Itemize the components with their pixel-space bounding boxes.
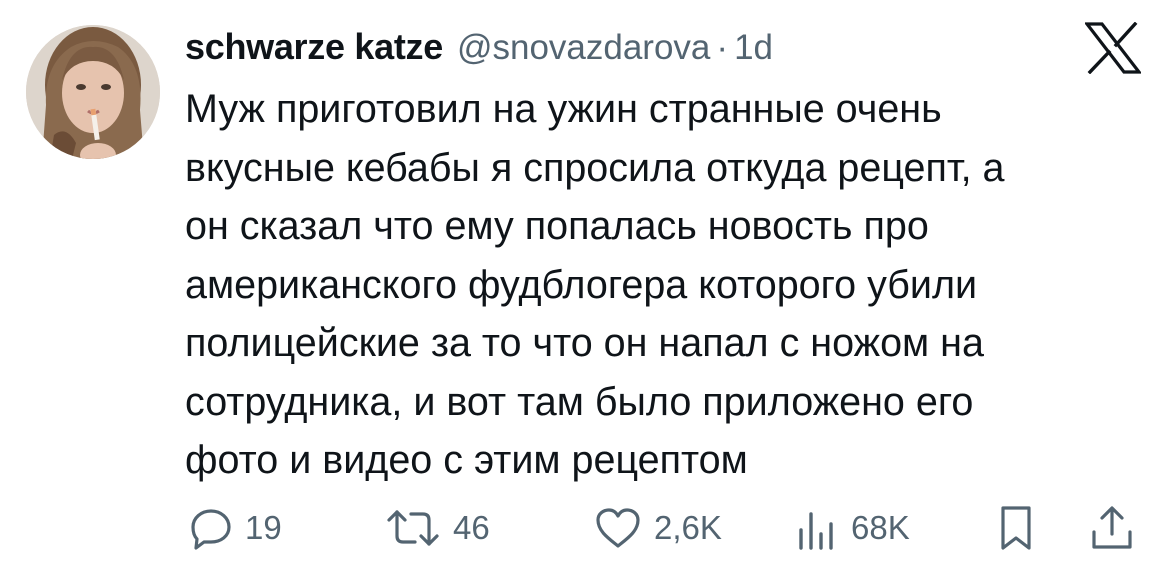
- display-name[interactable]: schwarze katze: [185, 26, 443, 68]
- tweet-card: schwarze katze @snovazdarova · 1d Муж пр…: [0, 0, 1170, 569]
- views-count: 68K: [851, 509, 910, 546]
- user-handle[interactable]: @snovazdarova: [457, 28, 710, 68]
- separator-dot: ·: [716, 28, 729, 67]
- tweet-text-line: Муж приготовил на ужин странные очень: [185, 87, 942, 131]
- avatar-image: [26, 25, 160, 159]
- like-button[interactable]: 2,6K: [594, 500, 722, 556]
- share-button[interactable]: [1090, 500, 1134, 556]
- reply-button[interactable]: 19: [189, 500, 282, 556]
- share-icon: [1092, 506, 1132, 549]
- repost-count: 46: [453, 509, 490, 546]
- avatar[interactable]: [26, 25, 160, 159]
- views-icon: [799, 512, 833, 550]
- heart-icon: [596, 508, 640, 548]
- bookmark-button[interactable]: [998, 500, 1034, 556]
- tweet-text-line: фото и видео с этим рецептом: [185, 438, 748, 482]
- tweet-text-line: полицейские за то что он напал с ножом н…: [185, 321, 984, 365]
- tweet-text-line: вкусные кебабы я спросила откуда рецепт,…: [185, 145, 1005, 190]
- views-button[interactable]: 68K: [795, 500, 910, 556]
- reply-icon: [191, 509, 231, 550]
- tweet-text-line: сотрудника, и вот там было приложено его: [185, 379, 974, 424]
- bookmark-icon: [1001, 506, 1031, 550]
- x-logo-icon: [1083, 21, 1143, 75]
- tweet-header: schwarze katze @snovazdarova · 1d: [185, 26, 773, 70]
- tweet-text-line: он сказал что ему попалась новость про: [185, 204, 929, 248]
- like-count: 2,6K: [654, 509, 722, 546]
- tweet-text-line: американского фудблогера которого убили: [185, 262, 978, 307]
- reply-count: 19: [245, 509, 282, 546]
- repost-button[interactable]: 46: [385, 500, 490, 556]
- repost-icon: [387, 510, 439, 546]
- tweet-text: Муж приготовил на ужин странные очень вк…: [185, 80, 1155, 490]
- action-bar: 19 46 2,6K 68K: [0, 500, 1170, 556]
- timestamp[interactable]: 1d: [734, 28, 773, 68]
